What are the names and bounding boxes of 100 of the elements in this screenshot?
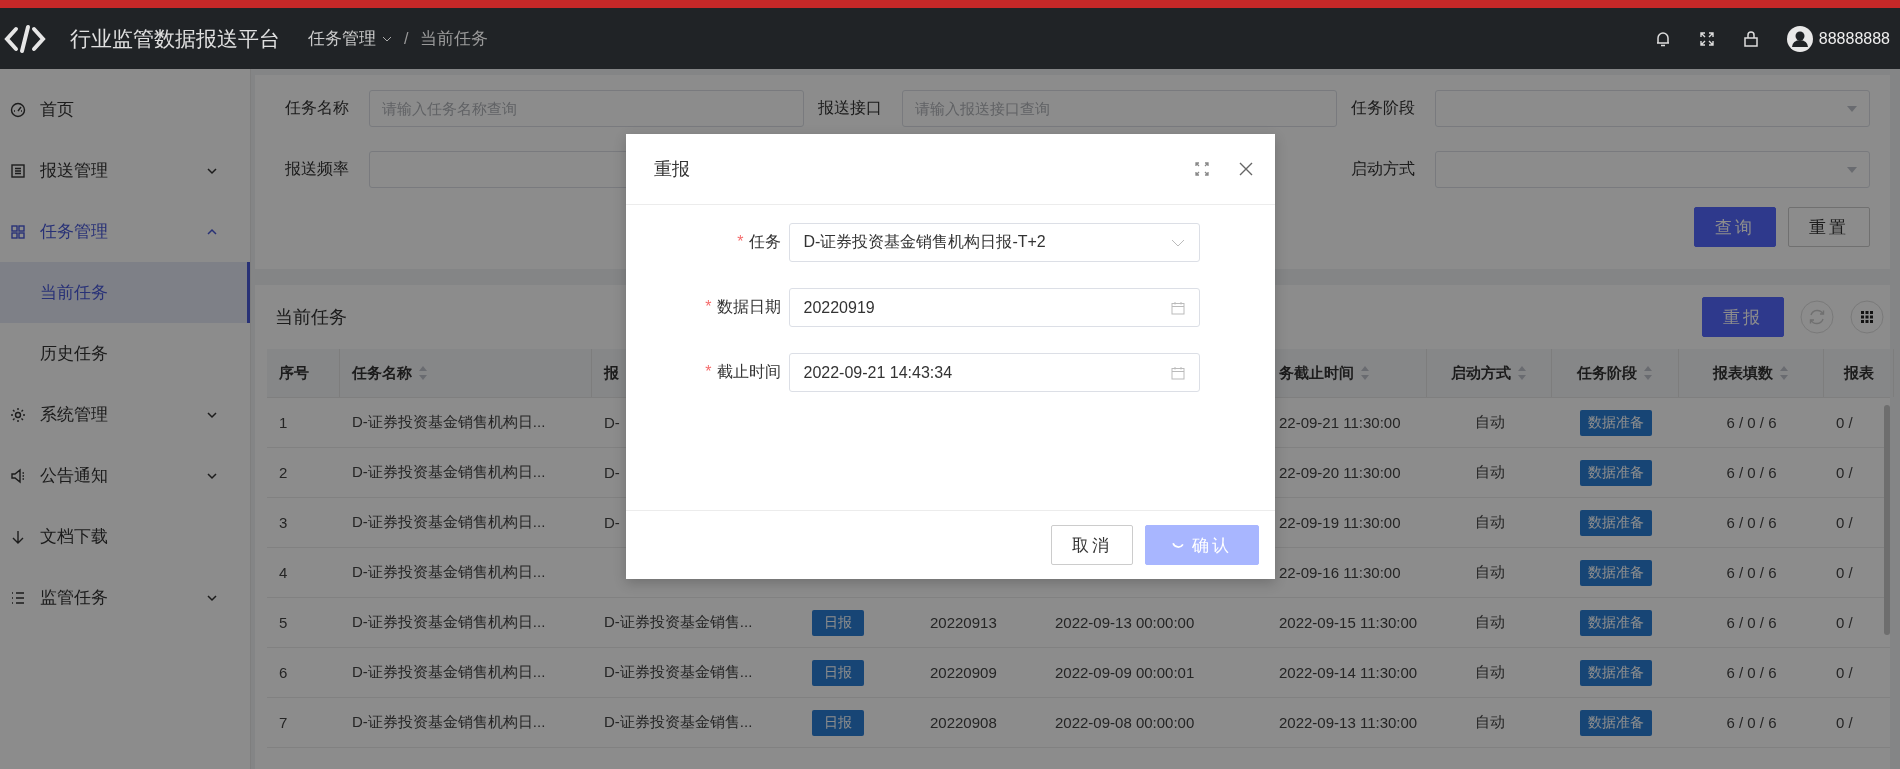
table-cell: 自动 (1474, 463, 1505, 482)
table-cell: 0 / (1836, 614, 1853, 631)
table-cell: 2022-09-13 00:00:00 (1055, 614, 1195, 631)
reset-button[interactable]: 重置 (1788, 207, 1870, 247)
fullscreen-icon[interactable] (1698, 30, 1715, 47)
required-mark: * (705, 363, 712, 380)
table-cell: 5 (279, 614, 288, 631)
table-cell: 22-09-20 11:30:00 (1279, 464, 1401, 481)
frequency-tag: 日报 (812, 609, 864, 636)
date-field[interactable]: 2022-09-21 14:43:34 (788, 353, 1200, 392)
form-label: 截止时间 (716, 363, 781, 380)
username[interactable]: 88888888 (1818, 29, 1890, 48)
date-field[interactable]: 20220919 (788, 288, 1200, 327)
table-cell: 6 / 0 / 6 (1726, 714, 1777, 731)
table-cell: 2 (279, 464, 288, 481)
stage-tag: 数据准备 (1579, 409, 1652, 436)
close-icon[interactable] (1238, 162, 1253, 176)
column-header[interactable]: 报 (604, 363, 619, 383)
download-arrow-icon (10, 528, 26, 545)
table-cell: 0 / (1836, 514, 1853, 531)
filter-label: 启动方式 (1351, 159, 1416, 179)
sidebar-subitem[interactable]: 当前任务 (0, 262, 250, 323)
column-header[interactable]: 任务名称 (352, 363, 428, 383)
scrollbar[interactable] (1884, 405, 1890, 635)
breadcrumb-separator: / (404, 29, 409, 48)
table-cell: D- (604, 414, 620, 431)
stage-tag: 数据准备 (1579, 659, 1652, 686)
document-icon (10, 162, 26, 179)
columns-grid-icon[interactable] (1850, 300, 1884, 334)
table-cell: 2022-09-15 11:30:00 (1279, 614, 1418, 631)
sidebar-subitem[interactable]: 历史任务 (0, 323, 250, 384)
stage-tag: 数据准备 (1579, 559, 1652, 586)
chevron-icon (206, 166, 218, 175)
table-cell: 自动 (1474, 663, 1505, 682)
table-cell: 0 / (1836, 464, 1853, 481)
maximize-icon[interactable] (1194, 162, 1209, 176)
sidebar-item[interactable]: 报送管理 (0, 140, 250, 201)
table-cell: D-证券投资基金销售机构日... (352, 463, 546, 482)
filter-label: 报送频率 (285, 159, 350, 179)
table-cell: 20220913 (930, 614, 997, 631)
table-cell: 6 / 0 / 6 (1726, 514, 1777, 531)
table-cell: D- (604, 464, 620, 481)
column-header[interactable]: 启动方式 (1451, 363, 1527, 383)
table-cell: 6 / 0 / 6 (1726, 664, 1777, 681)
chevron-icon (206, 593, 218, 602)
caret-icon (382, 34, 392, 43)
sidebar-item[interactable]: 任务管理 (0, 201, 250, 262)
column-header[interactable]: 序号 (279, 363, 309, 383)
filter-label: 任务名称 (285, 98, 350, 118)
bell-icon[interactable] (1654, 29, 1671, 48)
column-header[interactable]: 报表填数 (1713, 363, 1789, 383)
cancel-button[interactable]: 取消 (1050, 525, 1133, 565)
stage-tag: 数据准备 (1579, 509, 1652, 536)
filter-select[interactable] (1435, 151, 1870, 188)
table-cell: D-证券投资基金销售... (604, 613, 753, 632)
column-header[interactable]: 务截止时间 (1279, 363, 1370, 383)
table-cell: 2022-09-14 11:30:00 (1279, 664, 1418, 681)
table-cell: 6 / 0 / 6 (1726, 414, 1777, 431)
breadcrumb-link[interactable]: 任务管理 (308, 27, 392, 50)
table-cell: D-证券投资基金销售机构日... (352, 713, 546, 732)
table-cell: 20220909 (930, 664, 997, 681)
sort-icon[interactable] (1360, 365, 1370, 381)
filter-select[interactable] (1435, 90, 1870, 127)
table-cell: D- (604, 514, 620, 531)
table-cell: 20220908 (930, 714, 997, 731)
chevron-icon (206, 227, 218, 236)
table-cell: 2022-09-13 11:30:00 (1279, 714, 1418, 731)
sort-icon[interactable] (1779, 365, 1789, 381)
speaker-icon (10, 467, 26, 484)
sort-icon[interactable] (418, 365, 428, 381)
sidebar-item[interactable]: 首页 (0, 79, 250, 140)
table-cell: 22-09-21 11:30:00 (1279, 414, 1401, 431)
sort-icon[interactable] (1643, 365, 1653, 381)
chevron-down-icon (1170, 238, 1185, 247)
column-header[interactable]: 任务阶段 (1577, 363, 1653, 383)
lock-icon[interactable] (1742, 29, 1759, 48)
list-icon (10, 589, 26, 606)
table-cell: 6 / 0 / 6 (1726, 614, 1777, 631)
table-cell: 2022-09-08 00:00:00 (1055, 714, 1195, 731)
sidebar-item[interactable]: 系统管理 (0, 384, 250, 445)
resubmit-button[interactable]: 重报 (1702, 297, 1784, 337)
table-cell: 0 / (1836, 714, 1853, 731)
table-cell: 22-09-16 11:30:00 (1279, 564, 1401, 581)
sort-icon[interactable] (1517, 365, 1527, 381)
refresh-icon[interactable] (1800, 300, 1834, 334)
dialog-title: 重报 (653, 158, 690, 181)
table-cell: 自动 (1474, 713, 1505, 732)
frequency-tag: 日报 (812, 709, 864, 736)
breadcrumb-link[interactable]: 当前任务 (420, 27, 489, 50)
user-avatar-icon[interactable] (1786, 25, 1813, 52)
stage-tag: 数据准备 (1579, 609, 1652, 636)
table-cell: 6 (279, 664, 288, 681)
sidebar-item[interactable]: 监管任务 (0, 567, 250, 628)
table-cell: 0 / (1836, 414, 1853, 431)
sidebar-item[interactable]: 文档下载 (0, 506, 250, 567)
loading-spinner-icon (1171, 541, 1184, 549)
search-button[interactable]: 查询 (1694, 207, 1776, 247)
task-select[interactable]: D-证券投资基金销售机构日报-T+2 (788, 223, 1200, 262)
column-header[interactable]: 报表 (1843, 363, 1874, 383)
sidebar-item[interactable]: 公告通知 (0, 445, 250, 506)
